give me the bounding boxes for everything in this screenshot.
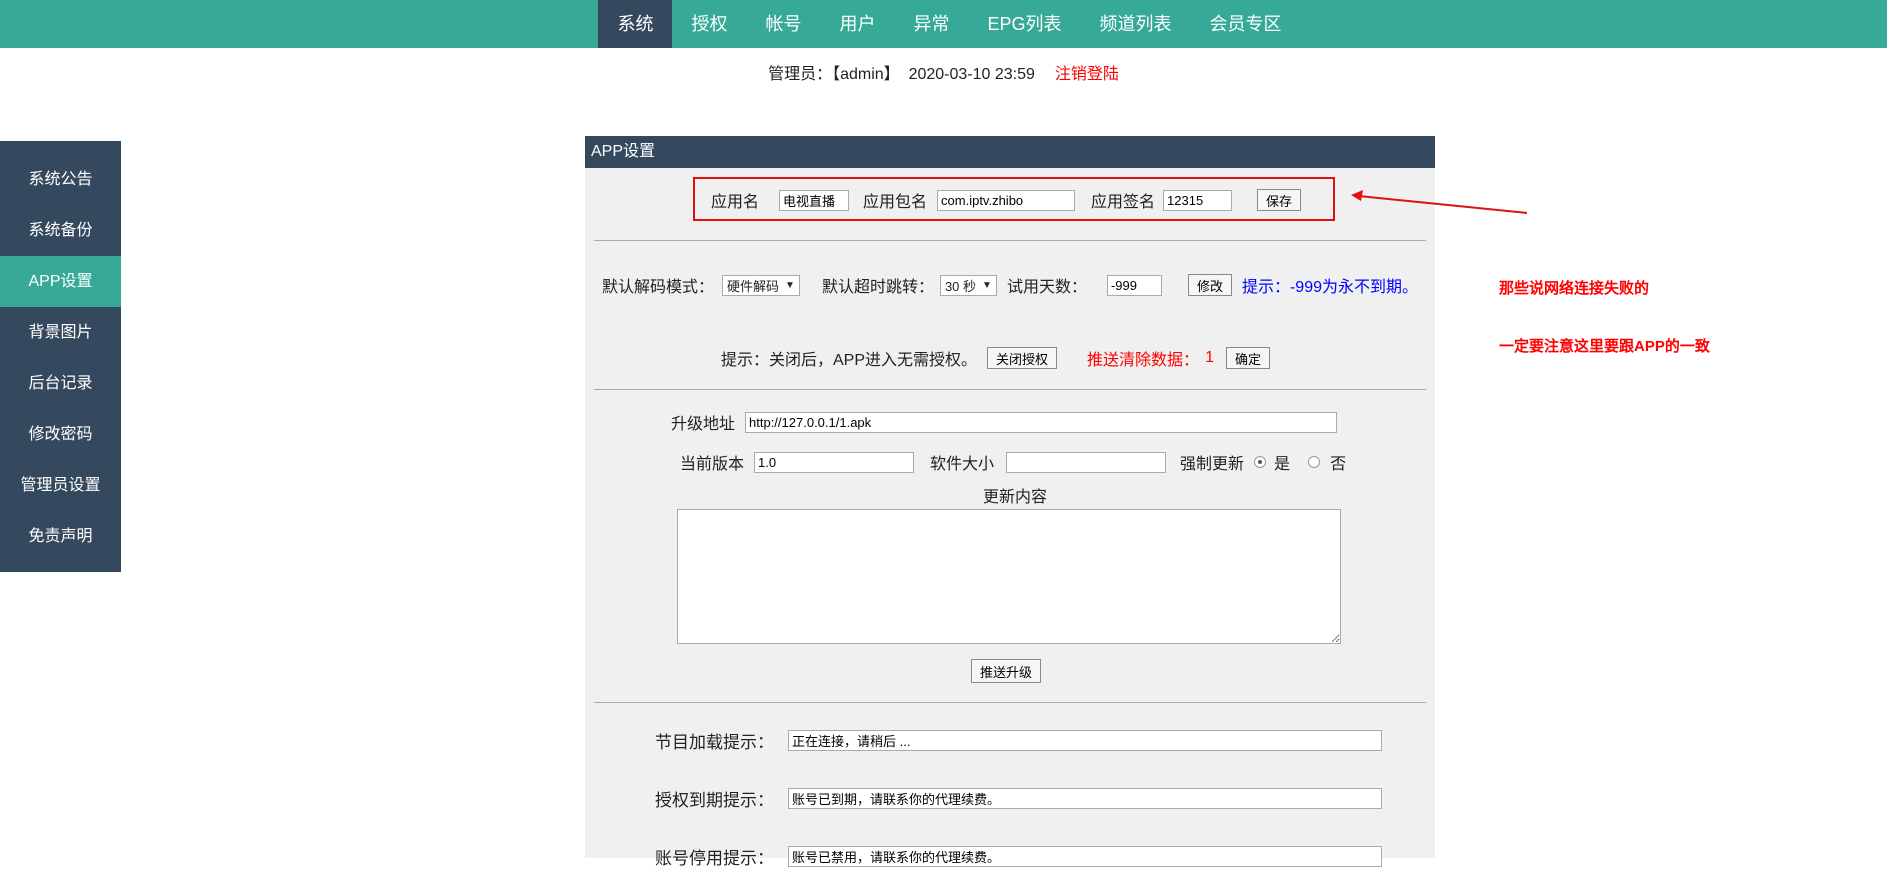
loading-tip-input[interactable] <box>788 730 1382 751</box>
version-label: 当前版本 <box>680 456 745 473</box>
upgrade-url-label: 升级地址 <box>671 416 736 433</box>
annotation-line-2: 一定要注意这里要跟APP的一致 <box>1499 338 1710 355</box>
trial-days-input[interactable] <box>1106 274 1162 296</box>
nav-vip[interactable]: 会员专区 <box>1191 0 1301 48</box>
sidebar-item-notice[interactable]: 系统公告 <box>0 154 121 205</box>
app-settings-panel: APP设置 应用名 应用包名 应用签名 保存 默认解码模式： 硬件解码 ▼ 默认超… <box>585 136 1435 868</box>
annotation-arrow-icon <box>1351 190 1528 214</box>
logout-link[interactable]: 注销登陆 <box>1055 66 1119 83</box>
top-nav: 系统 授权 帐号 用户 异常 EPG列表 频道列表 会员专区 <box>0 0 1887 48</box>
sidebar-item-disclaimer[interactable]: 免责声明 <box>0 511 121 562</box>
datetime: 2020-03-10 23:59 <box>908 66 1035 83</box>
dropdown-arrow-icon: ▼ <box>982 279 992 291</box>
timeout-value: 30 秒 <box>944 278 977 294</box>
disabled-tip-input[interactable] <box>788 846 1382 867</box>
nav-auth[interactable]: 授权 <box>672 0 746 48</box>
loading-tip-label: 节目加载提示： <box>655 733 774 752</box>
version-input[interactable] <box>754 451 915 473</box>
update-content-label: 更新内容 <box>982 489 1047 506</box>
expiry-tip-label: 授权到期提示： <box>655 791 774 810</box>
app-name-input[interactable] <box>779 189 850 211</box>
clear-data-label: 推送清除数据： <box>1087 352 1200 369</box>
confirm-button[interactable]: 确定 <box>1225 347 1270 369</box>
nav-exception[interactable]: 异常 <box>894 0 968 48</box>
admin-name: 【admin】 <box>832 66 900 83</box>
update-content-textarea[interactable] <box>677 509 1341 644</box>
close-auth-button[interactable]: 关闭授权 <box>987 347 1058 369</box>
nav-user[interactable]: 用户 <box>820 0 894 48</box>
sidebar-item-app-settings[interactable]: APP设置 <box>0 256 121 307</box>
modify-button[interactable]: 修改 <box>1187 274 1232 296</box>
force-no-label: 否 <box>1330 456 1347 473</box>
annotation-line-1: 那些说网络连接失败的 <box>1499 280 1650 297</box>
upgrade-url-input[interactable] <box>745 411 1338 433</box>
package-label: 应用包名 <box>863 194 928 211</box>
sidebar-item-logs[interactable]: 后台记录 <box>0 358 121 409</box>
app-name-label: 应用名 <box>711 194 760 211</box>
expiry-tip-input[interactable] <box>788 788 1382 809</box>
size-label: 软件大小 <box>930 456 995 473</box>
sidebar-item-background[interactable]: 背景图片 <box>0 307 121 358</box>
size-input[interactable] <box>1006 451 1167 473</box>
signature-label: 应用签名 <box>1091 194 1156 211</box>
divider <box>594 240 1426 241</box>
divider <box>594 389 1426 390</box>
nav-epg[interactable]: EPG列表 <box>968 0 1080 48</box>
clear-data-value: 1 <box>1205 349 1214 366</box>
decode-value: 硬件解码 <box>727 278 780 294</box>
nav-system[interactable]: 系统 <box>598 0 673 48</box>
push-upgrade-button[interactable]: 推送升级 <box>971 659 1042 683</box>
force-update-label: 强制更新 <box>1180 456 1245 473</box>
trial-label: 试用天数： <box>1006 279 1087 296</box>
admin-bar: 管理员：【admin】 2020-03-10 23:59 注销登陆 <box>0 64 1887 86</box>
admin-label: 管理员： <box>768 66 833 83</box>
force-no-radio[interactable] <box>1308 456 1321 468</box>
trial-hint: 提示：-999为永不到期。 <box>1241 279 1418 296</box>
decode-label: 默认解码模式： <box>602 279 715 296</box>
dropdown-arrow-icon: ▼ <box>785 279 795 291</box>
decode-select[interactable]: 硬件解码 ▼ <box>722 274 800 296</box>
timeout-select[interactable]: 30 秒 ▼ <box>939 274 997 296</box>
timeout-label: 默认超时跳转： <box>821 279 934 296</box>
divider <box>594 702 1426 703</box>
nav-channels[interactable]: 频道列表 <box>1081 0 1191 48</box>
sidebar-item-backup[interactable]: 系统备份 <box>0 205 121 256</box>
sidebar-item-password[interactable]: 修改密码 <box>0 409 121 460</box>
sidebar: 系统公告 系统备份 APP设置 背景图片 后台记录 修改密码 管理员设置 免责声… <box>0 141 121 572</box>
auth-hint: 提示：关闭后，APP进入无需授权。 <box>721 352 978 369</box>
panel-title: APP设置 <box>585 136 1435 168</box>
nav-account[interactable]: 帐号 <box>746 0 820 48</box>
package-input[interactable] <box>937 189 1076 211</box>
force-yes-label: 是 <box>1274 456 1291 473</box>
sidebar-item-admin-settings[interactable]: 管理员设置 <box>0 460 121 511</box>
signature-input[interactable] <box>1163 189 1233 211</box>
save-button[interactable]: 保存 <box>1257 189 1302 211</box>
force-yes-radio[interactable] <box>1254 456 1267 468</box>
disabled-tip-label: 账号停用提示： <box>655 849 774 868</box>
